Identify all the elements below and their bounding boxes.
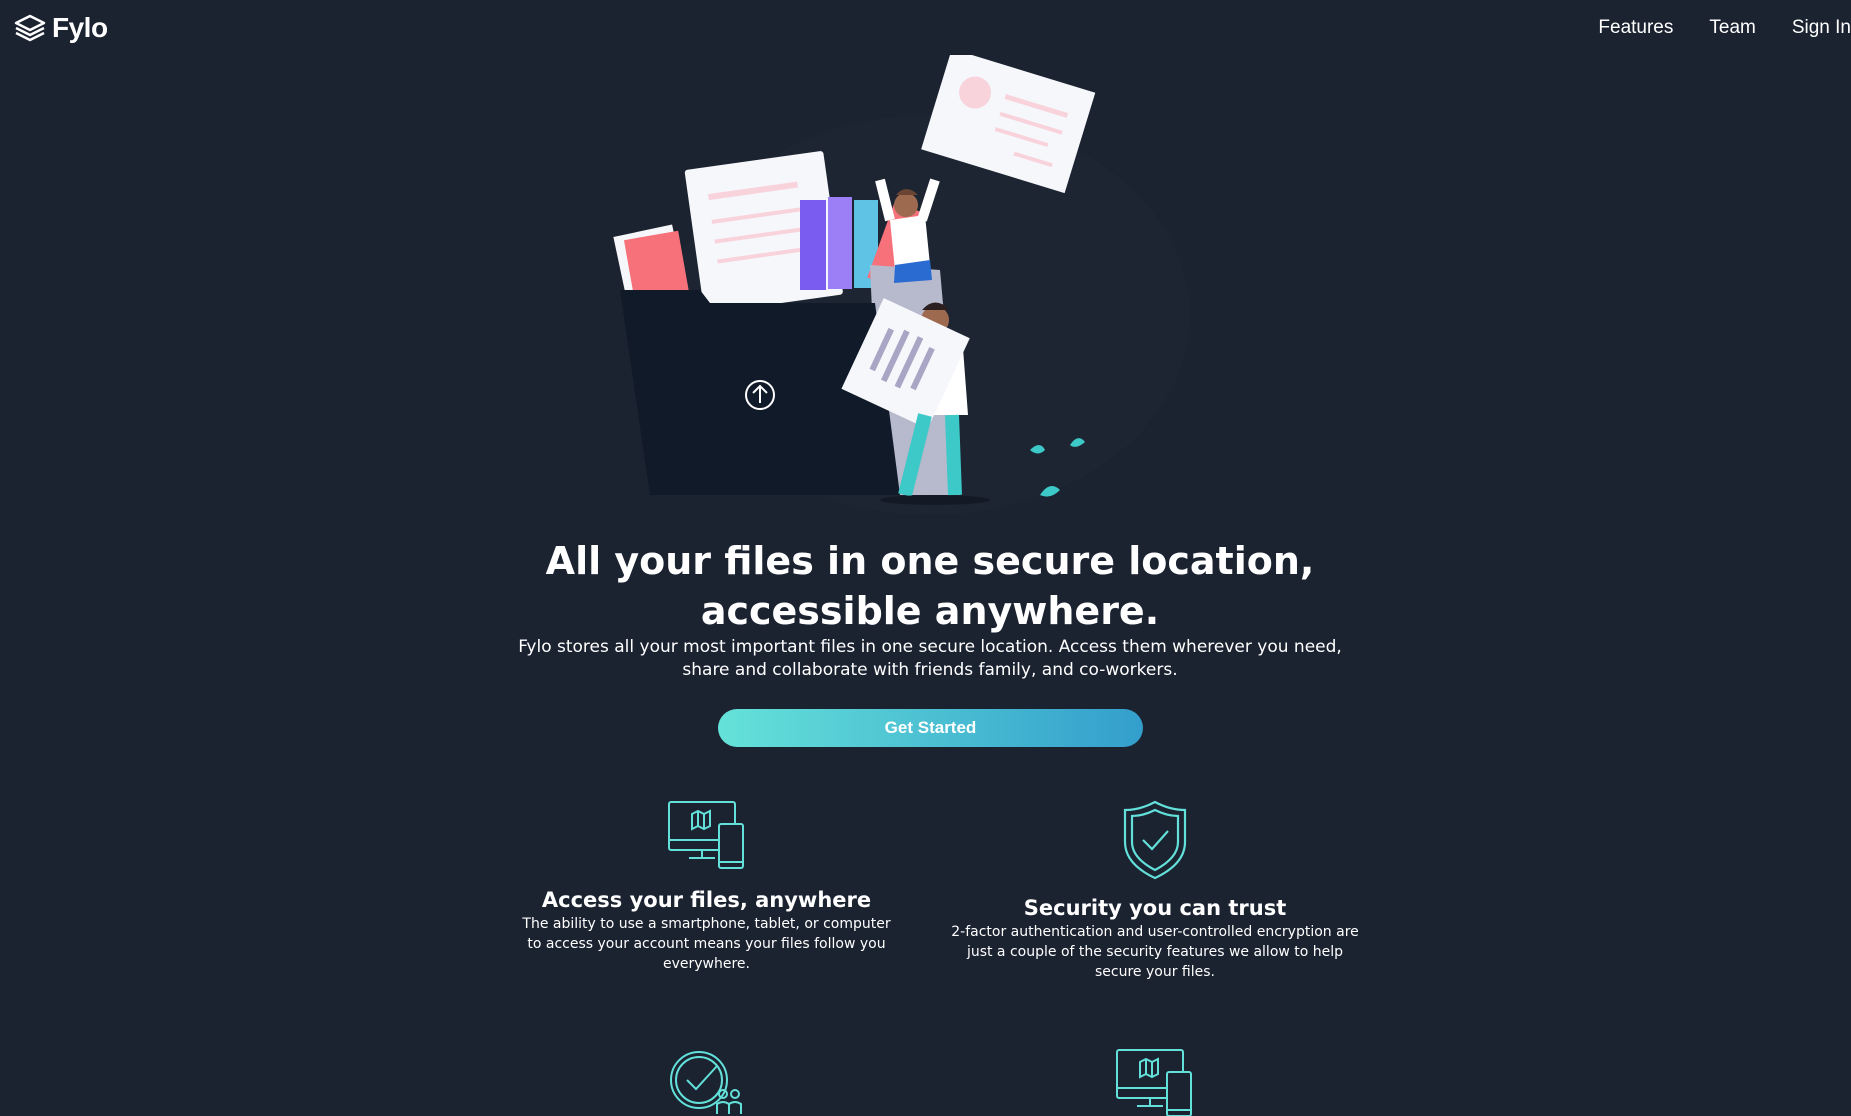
brand-logo[interactable]: Fylo	[14, 12, 108, 44]
hero-title: All your files in one secure location, a…	[545, 539, 1315, 633]
collaboration-icon	[669, 1051, 742, 1114]
hero-description: Fylo stores all your most important file…	[518, 637, 1342, 680]
nav-link-features[interactable]: Features	[1598, 17, 1673, 39]
nav-links: Features Team Sign In	[1562, 17, 1851, 39]
feature-text: 2-factor authentication and user-control…	[951, 924, 1359, 980]
nav-link-team[interactable]: Team	[1709, 17, 1755, 39]
landing-page: Fylo Features Team Sign In All your file…	[0, 0, 1851, 1116]
top-nav: Fylo Features Team Sign In	[0, 0, 1851, 58]
get-started-button[interactable]: Get Started	[718, 709, 1143, 747]
feature-devices	[948, 1048, 1362, 1116]
devices-icon	[1116, 1049, 1192, 1116]
hero-illustration	[613, 55, 1190, 515]
feature-collaboration	[520, 1048, 893, 1116]
layers-logo-icon	[14, 14, 46, 42]
feature-title: Access your files, anywhere	[541, 888, 872, 912]
feature-access-anywhere: Access your files, anywhere The ability …	[520, 800, 893, 974]
shield-check-icon	[1123, 800, 1187, 880]
feature-text: The ability to use a smartphone, tablet,…	[522, 916, 891, 972]
feature-security: Security you can trust 2-factor authenti…	[948, 800, 1362, 982]
feature-title: Security you can trust	[1023, 896, 1287, 920]
brand-name: Fylo	[52, 12, 108, 43]
nav-link-sign-in[interactable]: Sign In	[1792, 17, 1851, 39]
devices-icon	[667, 801, 744, 869]
